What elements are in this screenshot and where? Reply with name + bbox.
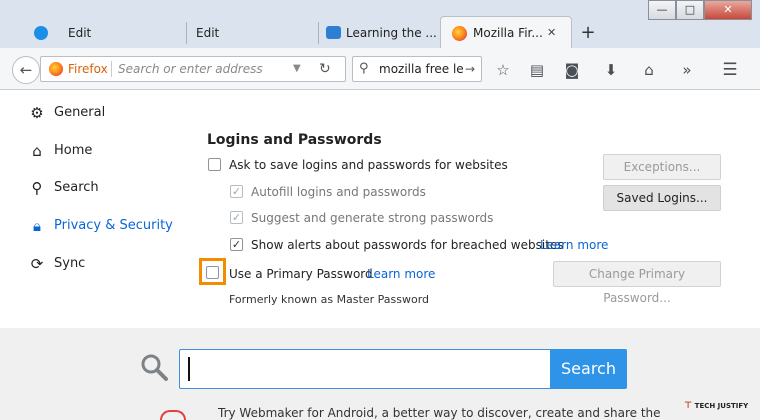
autofill-checkbox[interactable]: ✓: [230, 185, 243, 198]
tab-learning[interactable]: Learning the ...: [320, 18, 440, 48]
primary-password-checkbox[interactable]: [206, 266, 219, 279]
page-icon: [326, 26, 341, 39]
sidebar-item-label: Privacy & Security: [54, 218, 173, 233]
web-search-input[interactable]: [179, 349, 551, 389]
primary-password-learn-more-link[interactable]: Learn more: [367, 267, 435, 281]
tab-label: Edit: [196, 26, 220, 40]
menu-icon[interactable]: ☰: [720, 60, 740, 80]
ask-to-save-checkbox[interactable]: [208, 158, 221, 171]
search-icon: ⚲: [359, 61, 369, 76]
bookmark-star-icon[interactable]: ☆: [493, 60, 513, 80]
web-search-button[interactable]: Search: [550, 349, 627, 389]
section-heading: Logins and Passwords: [207, 132, 382, 148]
breach-alerts-learn-more-link[interactable]: Learn more: [540, 238, 608, 252]
suggest-passwords-checkbox[interactable]: ✓: [230, 211, 243, 224]
address-input[interactable]: Search or enter address: [118, 57, 263, 81]
saved-logins-button[interactable]: Saved Logins...: [603, 185, 721, 211]
overflow-chevron-icon[interactable]: »: [677, 60, 697, 80]
reload-icon[interactable]: ↻: [319, 57, 331, 81]
search-icon: ⚲: [31, 179, 43, 197]
search-go-icon[interactable]: →: [465, 57, 475, 81]
breach-alerts-checkbox[interactable]: ✓: [230, 238, 243, 251]
tab-edit-1[interactable]: Edit: [22, 18, 182, 48]
home-icon[interactable]: ⌂: [639, 60, 659, 80]
search-bar-input[interactable]: mozilla free lea: [379, 57, 463, 81]
messenger-icon: [34, 26, 48, 40]
breach-alerts-label: Show alerts about passwords for breached…: [251, 238, 564, 252]
tab-edit-2[interactable]: Edit: [188, 18, 318, 48]
close-window-button[interactable]: ✕: [704, 0, 752, 20]
primary-password-label: Use a Primary Password: [229, 267, 373, 281]
start-page-search-area: Search Try Webmaker for Android, a bette…: [0, 328, 760, 420]
pocket-icon[interactable]: ◙: [562, 60, 582, 80]
promo-text: Try Webmaker for Android, a better way t…: [218, 406, 661, 420]
preferences-page: ⚙ General ⌂ Home ⚲ Search 🔒︎ Privacy & S…: [0, 90, 760, 328]
tab-separator: [186, 22, 187, 44]
address-bar[interactable]: Firefox Search or enter address ▼ ↻: [40, 56, 346, 82]
firefox-icon: [452, 26, 467, 41]
download-icon[interactable]: ⬇: [601, 60, 621, 80]
minimize-button[interactable]: —: [648, 0, 676, 20]
lock-icon: 🔒︎: [33, 217, 41, 235]
text-cursor: [188, 357, 190, 381]
formerly-known-note: Formerly known as Master Password: [229, 293, 430, 306]
exceptions-button[interactable]: Exceptions...: [603, 154, 721, 180]
home-icon: ⌂: [32, 142, 42, 160]
tab-separator: [318, 22, 319, 44]
firefox-identity-icon: [49, 62, 63, 76]
sync-icon: ⟳: [30, 255, 44, 273]
identity-label: Firefox: [68, 62, 108, 76]
back-button[interactable]: ←: [12, 56, 40, 84]
maximize-button[interactable]: □: [676, 0, 704, 20]
sidebar-item-label: Sync: [54, 256, 86, 271]
tab-label: Learning the ...: [346, 26, 437, 40]
tab-label: Edit: [68, 26, 92, 40]
gear-icon: ⚙: [30, 104, 44, 122]
search-magnifier-icon: [139, 352, 169, 382]
promo-icon: [160, 410, 186, 420]
sidebar-item-label: Home: [54, 143, 93, 158]
tab-mozilla-firefox[interactable]: Mozilla Fir... ✕: [440, 16, 572, 49]
watermark-logo: ⊤ TECH JUSTIFY: [684, 401, 748, 411]
close-tab-icon[interactable]: ✕: [547, 17, 556, 49]
sidebar-item-label: Search: [54, 180, 99, 195]
navigation-toolbar: ← Firefox Search or enter address ▼ ↻ ⚲ …: [0, 48, 760, 90]
ask-to-save-label: Ask to save logins and passwords for web…: [229, 158, 508, 172]
watermark-text: TECH JUSTIFY: [694, 402, 749, 410]
new-tab-button[interactable]: +: [578, 22, 598, 44]
suggest-passwords-label: Suggest and generate strong passwords: [251, 211, 494, 225]
identity-divider: [111, 61, 112, 77]
library-icon[interactable]: ▤: [527, 60, 547, 80]
search-bar[interactable]: ⚲ mozilla free lea →: [352, 56, 482, 82]
autofill-label: Autofill logins and passwords: [251, 185, 426, 199]
dropdown-arrow-icon[interactable]: ▼: [293, 57, 301, 81]
watermark-mark-icon: ⊤: [684, 401, 693, 411]
sidebar-item-label: General: [54, 105, 106, 120]
tab-label: Mozilla Fir...: [473, 26, 543, 40]
tab-strip: Edit Edit Learning the ... Mozilla Fir..…: [0, 0, 760, 49]
change-primary-password-button[interactable]: Change Primary Password...: [553, 261, 721, 305]
